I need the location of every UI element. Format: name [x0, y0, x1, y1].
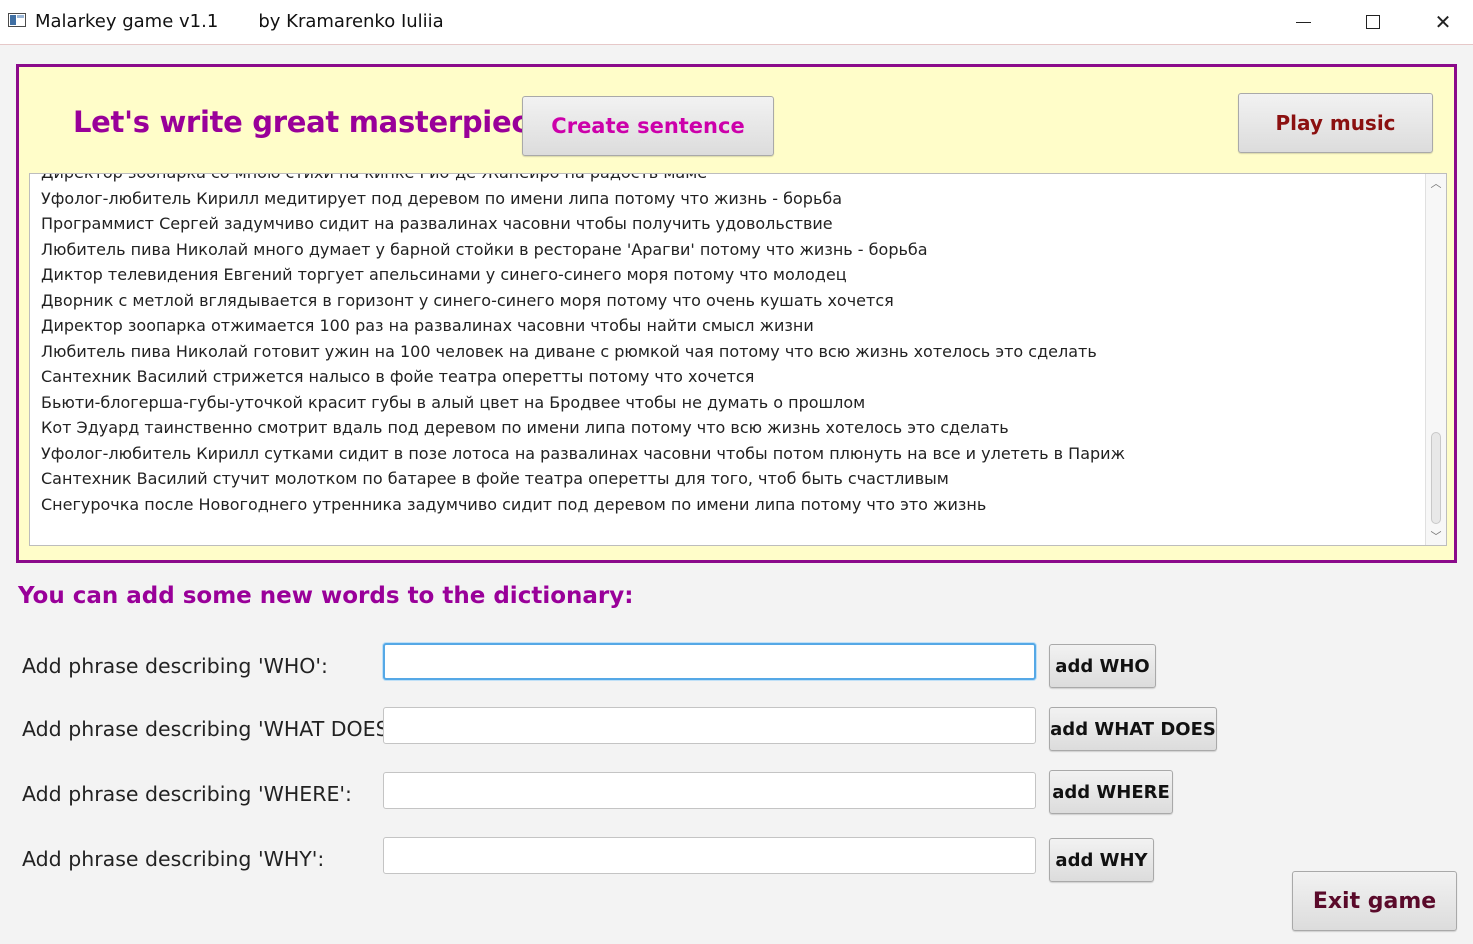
add-why-button[interactable]: add WHY	[1049, 838, 1154, 882]
title-bar: Malarkey game v1.1 by Kramarenko Iuliia …	[0, 0, 1473, 45]
create-sentence-button[interactable]: Create sentence	[522, 96, 774, 156]
sentence-line: Уфолог-любитель Кирилл медитирует под де…	[41, 188, 843, 208]
sentence-line: Кот Эдуард таинственно смотрит вдаль под…	[41, 418, 1009, 437]
sentence-line: Программист Сергей задумчиво сидит на ра…	[41, 214, 833, 233]
sentence-list: Директор зоопарка со мною стихи на кинке…	[41, 174, 1422, 517]
why-input[interactable]	[383, 837, 1036, 874]
play-music-button[interactable]: Play music	[1238, 93, 1433, 153]
sentence-line: Любитель пива Николай много думает у бар…	[41, 239, 928, 259]
sentence-line: Бьюти-блогерша-губы-уточкой красит губы …	[41, 392, 866, 412]
sentence-line: Диктор телевидения Евгений торгует апель…	[41, 265, 847, 284]
sentence-line: Сантехник Василий стучит молотком по бат…	[41, 469, 949, 488]
sentence-line: Любитель пива Николай готовит ужин на 10…	[41, 341, 1097, 361]
scroll-up-arrow-icon[interactable]: ︿	[1426, 174, 1446, 192]
where-label: Add phrase describing 'WHERE':	[22, 782, 352, 806]
sentence-line: Директор зоопарка со мною стихи на кинке…	[41, 174, 1422, 186]
why-label: Add phrase describing 'WHY':	[22, 847, 325, 871]
minimize-button[interactable]	[1268, 0, 1338, 44]
sentences-textarea[interactable]: Директор зоопарка со мною стихи на кинке…	[29, 173, 1447, 546]
sentence-line: Дворник с метлой вглядывается в горизонт…	[41, 290, 894, 310]
minimize-icon	[1295, 21, 1311, 23]
sentence-line: Уфолог-любитель Кирилл сутками сидит в п…	[41, 443, 1125, 463]
who-input[interactable]	[383, 643, 1036, 680]
what-does-label: Add phrase describing 'WHAT DOES':	[22, 717, 402, 741]
masterpiece-panel: Let's write great masterpiece! Create se…	[16, 64, 1457, 563]
sentence-line: Директор зоопарка отжимается 100 раз на …	[41, 316, 814, 335]
add-who-button[interactable]: add WHO	[1049, 644, 1156, 688]
where-input[interactable]	[383, 772, 1036, 809]
what-does-input[interactable]	[383, 707, 1036, 744]
panel-heading: Let's write great masterpiece!	[73, 105, 561, 139]
scroll-down-arrow-icon[interactable]: ﹀	[1426, 527, 1446, 545]
vertical-scrollbar[interactable]: ︿ ﹀	[1425, 174, 1446, 545]
close-icon: ✕	[1434, 11, 1452, 34]
add-where-button[interactable]: add WHERE	[1049, 770, 1173, 814]
close-button[interactable]: ✕	[1408, 0, 1473, 44]
sentence-line: Снегурочка после Новогоднего утренника з…	[41, 494, 987, 514]
app-icon	[8, 13, 26, 27]
window-title: Malarkey game v1.1 by Kramarenko Iuliia	[35, 11, 444, 32]
maximize-icon	[1366, 15, 1380, 29]
dictionary-heading: You can add some new words to the dictio…	[18, 583, 634, 609]
maximize-button[interactable]	[1338, 0, 1408, 44]
exit-game-button[interactable]: Exit game	[1292, 871, 1457, 931]
add-what-does-button[interactable]: add WHAT DOES	[1049, 707, 1217, 751]
sentence-line: Сантехник Василий стрижется налысо в фой…	[41, 367, 755, 386]
scroll-thumb[interactable]	[1431, 432, 1441, 524]
who-label: Add phrase describing 'WHO':	[22, 654, 328, 678]
